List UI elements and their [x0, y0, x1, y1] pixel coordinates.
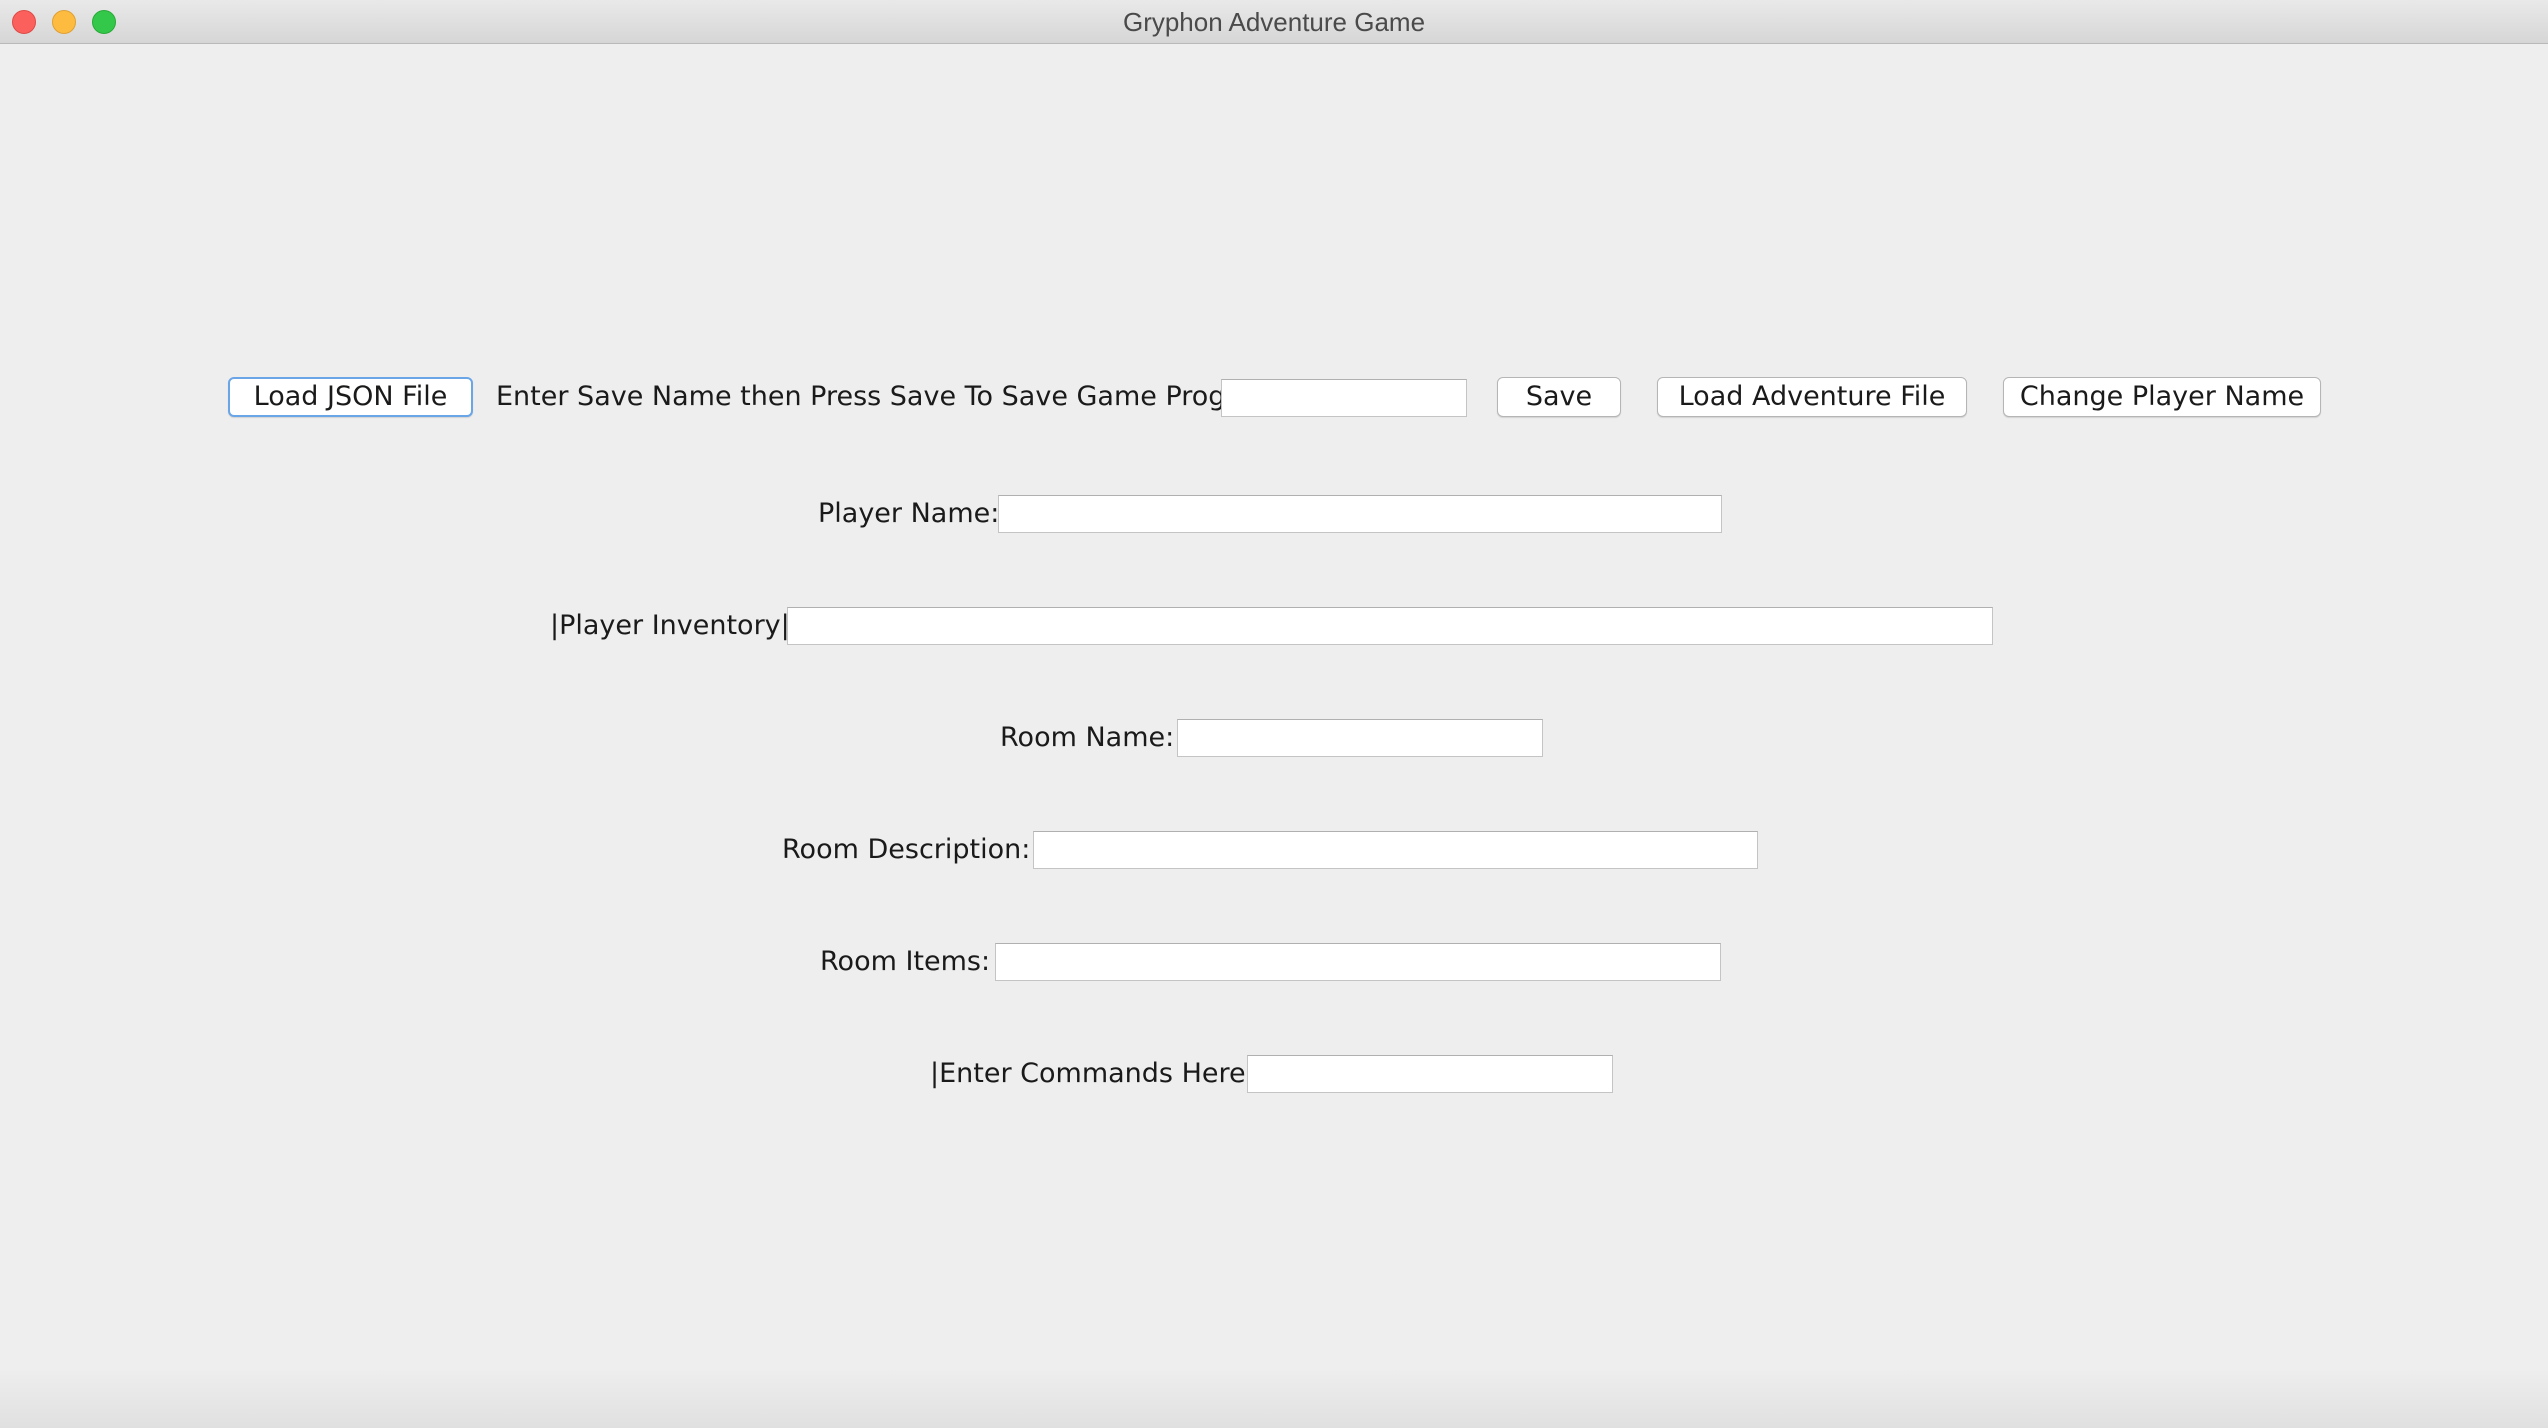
load-adventure-file-button[interactable]: Load Adventure File	[1657, 377, 1967, 417]
commands-field[interactable]	[1247, 1055, 1613, 1093]
main-panel: Load JSON File Enter Save Name then Pres…	[0, 44, 2548, 1428]
load-json-file-button[interactable]: Load JSON File	[228, 377, 473, 417]
room-items-field[interactable]	[995, 943, 1721, 981]
save-instructions-label: Enter Save Name then Press Save To Save …	[496, 381, 1281, 412]
save-name-input[interactable]	[1221, 379, 1467, 417]
player-name-label: Player Name:	[818, 498, 1000, 529]
save-button[interactable]: Save	[1497, 377, 1621, 417]
window-bottom-shadow	[0, 1368, 2548, 1428]
app-window: Gryphon Adventure Game Load JSON File En…	[0, 0, 2548, 1428]
title-bar[interactable]: Gryphon Adventure Game	[0, 0, 2548, 44]
change-player-name-button[interactable]: Change Player Name	[2003, 377, 2321, 417]
window-title: Gryphon Adventure Game	[1122, 7, 1426, 37]
commands-label: |Enter Commands Here|	[930, 1058, 1255, 1089]
player-name-field[interactable]	[998, 495, 1722, 533]
room-name-field[interactable]	[1177, 719, 1543, 757]
room-name-label: Room Name:	[1000, 722, 1175, 753]
player-inventory-label: |Player Inventory|	[550, 610, 790, 641]
room-description-field[interactable]	[1033, 831, 1758, 869]
room-items-label: Room Items:	[820, 946, 991, 977]
player-inventory-field[interactable]	[787, 607, 1993, 645]
room-description-label: Room Description:	[782, 834, 1031, 865]
